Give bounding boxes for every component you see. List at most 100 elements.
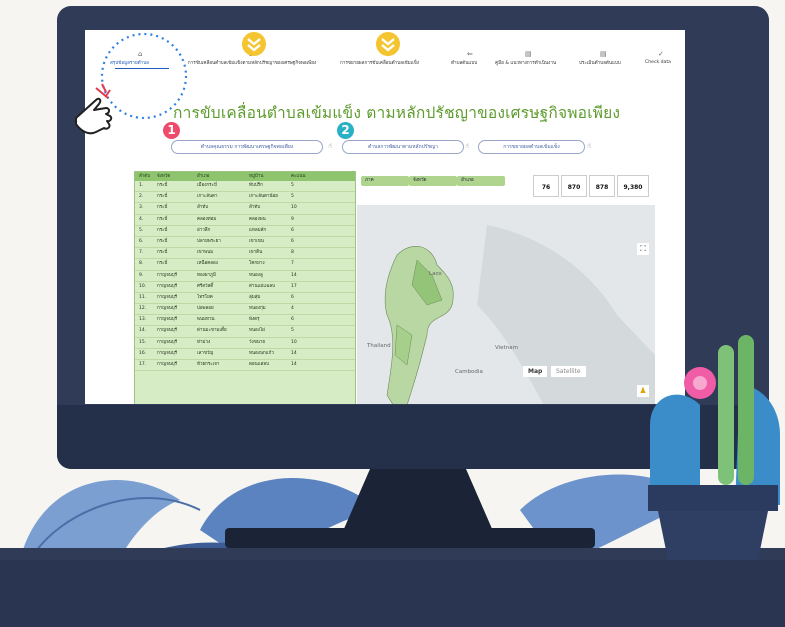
table-row[interactable]: 6. กระบี่ ปลายพระยา เขาเขน 6 [135, 237, 355, 249]
chevron-down-icon [376, 32, 400, 56]
map-label-cambodia: Cambodia [455, 369, 483, 375]
table-cell: ลำทับ [249, 205, 261, 211]
stat-card: 9,380 [617, 175, 649, 197]
table-cell: กาญจนบุรี [157, 294, 178, 300]
table-cell: 17 [291, 283, 297, 289]
table-row[interactable]: 1. กระบี่ เมืองกระบี่ ทับปริก 5 [135, 181, 355, 193]
table-cell: ศรีสวัสดิ์ [197, 283, 214, 289]
table-cell: 1. [139, 183, 144, 188]
table-cell: 14 [291, 350, 297, 356]
nav-item-evaluate[interactable]: ประเมินตำบลต้นแบบ [579, 60, 621, 67]
column-header: อำเภอ [197, 174, 210, 179]
pointer-icon: ☝ [587, 142, 592, 150]
data-table: ลำดับ จังหวัด อำเภอ หมู่บ้าน คะแนน 1. กระ… [134, 171, 356, 404]
filter-pill-2[interactable]: ตำบลการพัฒนาตามหลักปรัชญา [342, 140, 464, 154]
table-body: 1. กระบี่ เมืองกระบี่ ทับปริก 5 2. กระบี่ เกาะล… [135, 181, 355, 372]
desk [0, 560, 785, 627]
hand-cursor-icon [75, 83, 113, 135]
table-cell: กระบี่ [157, 250, 168, 256]
table-row[interactable]: 11. กาญจนบุรี ไทรโยค ลุ่มสุ่ม 6 [135, 293, 355, 305]
table-row[interactable]: 15. กาญจนบุรี ท่าม่วง วังขนาย 10 [135, 338, 355, 349]
map-type-satellite-button[interactable]: Satellite [551, 366, 586, 377]
table-cell: 2. [139, 194, 144, 200]
table-cell: 3. [139, 205, 144, 211]
table-cell: 5 [291, 194, 294, 200]
table-cell: ลุ่มสุ่ม [249, 294, 261, 300]
table-cell: กาญจนบุรี [157, 328, 178, 334]
nav-item-check-data[interactable]: Check data [645, 60, 671, 65]
table-cell: 11. [139, 294, 147, 300]
table-cell: 14. [139, 328, 147, 334]
district-filter[interactable]: อำเภอ [457, 176, 505, 186]
table-cell: 7 [291, 261, 294, 267]
table-cell: เลาขวัญ [197, 350, 214, 356]
table-cell: หนองไผ่ [249, 328, 265, 334]
document-icon: ▤ [600, 50, 607, 58]
table-row[interactable]: 3. กระบี่ ลำทับ ลำทับ 10 [135, 203, 355, 215]
nav-item-drive[interactable]: การขับเคลื่อนตำบลเข้มแข็งตามหลักปรัชญาขอ… [182, 60, 322, 67]
table-row[interactable]: 16. กาญจนบุรี เลาขวัญ หนองนกแก้ว 14 [135, 349, 355, 360]
document-icon: ▤ [525, 50, 532, 58]
stat-card: 870 [561, 175, 587, 197]
table-cell: ด่านมะขามเตี้ย [197, 328, 227, 334]
filter-pill-1[interactable]: ตำบลคุณธรรม การพัฒนาเศรษฐกิจพอเพียง [171, 140, 323, 154]
table-row[interactable]: 5. กระบี่ อ่าวลึก แหลมสัก 6 [135, 226, 355, 237]
table-row[interactable]: 9. กาญจนบุรี ทองผาภูมิ หนองลู 14 [135, 271, 355, 282]
table-cell: กาญจนบุรี [157, 306, 178, 312]
table-cell: เขาดิน [249, 250, 263, 256]
table-cell: 6 [291, 294, 294, 300]
pointer-icon: ☝ [328, 142, 333, 150]
table-header: ลำดับ จังหวัด อำเภอ หมู่บ้าน คะแนน [135, 172, 355, 181]
table-cell: 9 [291, 216, 294, 222]
table-row[interactable]: 8. กระบี่ เหนือคลอง โคกยาง 7 [135, 259, 355, 271]
table-cell: กาญจนบุรี [157, 339, 178, 345]
table-row[interactable]: 13. กาญจนบุรี พนมทวน พังตรุ 6 [135, 315, 355, 327]
nav-item-manual[interactable]: คู่มือ & แนวทางการดำเนินงาน [495, 60, 556, 67]
thailand-map [357, 205, 655, 404]
map-type-map-button[interactable]: Map [523, 366, 548, 377]
table-cell: ปลายพระยา [197, 238, 221, 244]
table-cell: 16. [139, 350, 147, 356]
table-row[interactable]: 10. กาญจนบุรี ศรีสวัสดิ์ ด่านแม่แฉลบ 17 [135, 282, 355, 293]
nav-item-expand[interactable]: การขยายผลการขับเคลื่อนตำบลเข้มแข็ง [340, 60, 419, 67]
table-cell: กาญจนบุรี [157, 350, 178, 356]
table-cell: เหนือคลอง [197, 261, 218, 267]
map-label-thailand: Thailand [367, 343, 391, 349]
table-cell: ลำทับ [197, 205, 209, 211]
table-cell: พังตรุ [249, 317, 260, 323]
province-filter[interactable]: จังหวัด [409, 176, 457, 186]
table-cell: ท่าม่วง [197, 339, 211, 345]
map-toolbar: ภาค จังหวัด อำเภอ 76 870 878 9,380 [357, 171, 655, 205]
table-cell: 6. [139, 238, 144, 244]
table-cell: อ่าวลึก [197, 227, 211, 233]
table-row[interactable]: 12. กาญจนบุรี บ่อพลอย หนองกุ่ม 4 [135, 304, 355, 316]
table-cell: 5 [291, 328, 294, 334]
table-cell: พนมทวน [197, 317, 215, 323]
stat-card: 76 [533, 175, 559, 197]
table-cell: คลองท่อม [197, 216, 217, 222]
table-cell: กาญจนบุรี [157, 283, 178, 289]
table-cell: ทองผาภูมิ [197, 272, 216, 278]
table-row[interactable]: 2. กระบี่ เกาะลันตา เกาะลันตาน้อย 5 [135, 192, 355, 204]
table-row[interactable]: 7. กระบี่ เขาพนม เขาดิน 8 [135, 248, 355, 260]
table-cell: กระบี่ [157, 238, 168, 244]
table-row[interactable]: 14. กาญจนบุรี ด่านมะขามเตี้ย หนองไผ่ 5 [135, 326, 355, 338]
table-cell: ทับปริก [249, 183, 263, 188]
column-header: จังหวัด [157, 174, 171, 179]
table-row[interactable]: 17. กาญจนบุรี ห้วยกระเจา ดอนแสลบ 14 [135, 360, 355, 372]
table-cell: 8. [139, 261, 144, 267]
table-cell: เขาพนม [197, 250, 214, 256]
double-arrow-icon: ⇐ [467, 50, 473, 58]
fullscreen-icon[interactable]: ⛶ [637, 243, 649, 255]
table-cell: ดอนแสลบ [249, 362, 269, 367]
table-row[interactable]: 4. กระบี่ คลองท่อม คลองพน 9 [135, 215, 355, 226]
region-filter[interactable]: ภาค [361, 176, 409, 186]
filter-pill-3[interactable]: การขยายผลตำบลเข้มแข็ง [478, 140, 585, 154]
table-cell: โคกยาง [249, 261, 265, 267]
cactus-plant-illustration [648, 335, 780, 560]
monitor-stand-base [225, 528, 595, 548]
table-cell: 10 [291, 339, 297, 345]
table-cell: กาญจนบุรี [157, 317, 178, 323]
nav-item-model[interactable]: ตำบลต้นแบบ [451, 60, 477, 67]
table-cell: 14 [291, 272, 297, 278]
